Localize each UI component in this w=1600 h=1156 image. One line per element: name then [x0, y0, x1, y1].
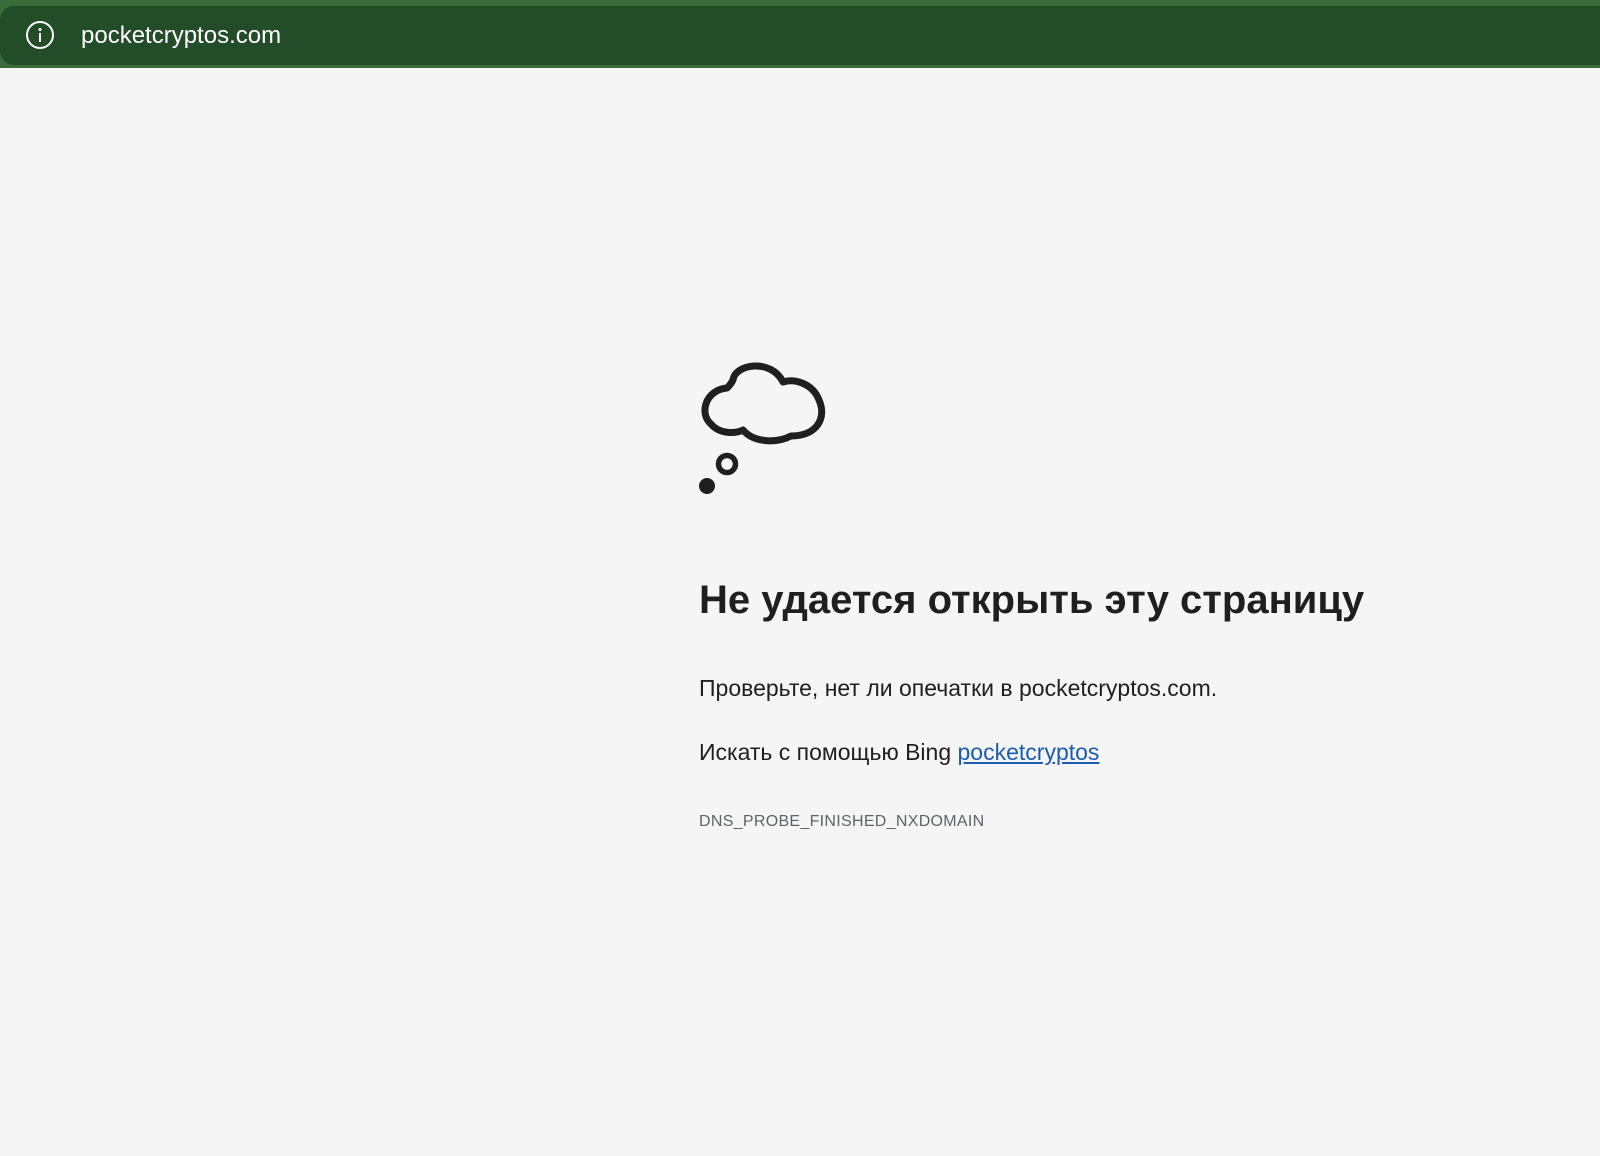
search-prefix: Искать с помощью Bing [699, 739, 952, 765]
thought-cloud-icon [699, 362, 826, 494]
typo-hint-text: Проверьте, нет ли опечатки в pocketcrypt… [699, 675, 1218, 701]
bing-search-link[interactable]: pocketcryptos [958, 739, 1100, 765]
search-suggestion: Искать с помощью Bing pocketcryptos [699, 738, 1099, 766]
error-page: Не удается открыть эту страницу Проверьт… [0, 68, 1600, 1156]
error-code: DNS_PROBE_FINISHED_NXDOMAIN [699, 813, 985, 830]
browser-toolbar: pocketcryptos.com [0, 0, 1600, 68]
info-icon[interactable] [25, 20, 55, 50]
error-title: Не удается открыть эту страницу [699, 578, 1365, 622]
address-bar[interactable]: pocketcryptos.com [0, 6, 1600, 65]
url-text[interactable]: pocketcryptos.com [81, 22, 281, 50]
